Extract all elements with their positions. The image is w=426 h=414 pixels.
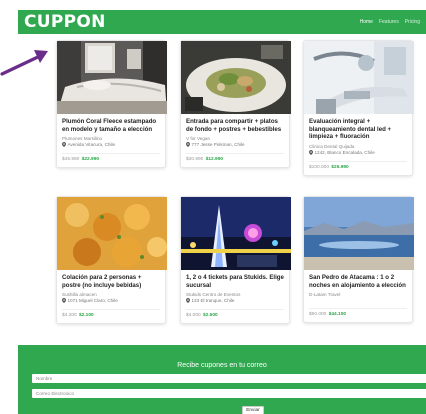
deal-location-text: Avenida Vitacura, Chile <box>67 142 116 148</box>
deal-new-price: $12.990 <box>205 157 224 163</box>
deal-title[interactable]: Entrada para compartir + platos de fondo… <box>186 118 284 133</box>
deal-card[interactable]: Plumón Coral Fleece estampado en modelo … <box>56 40 167 169</box>
nav-pricing[interactable]: Pricing <box>405 19 420 25</box>
brand-logo[interactable]: CUPPON <box>24 12 106 32</box>
deal-image[interactable] <box>304 197 414 270</box>
deal-old-price: $100.000 <box>309 164 330 170</box>
location-pin-icon <box>309 149 313 155</box>
deal-merchant: Sushilla almacen <box>62 292 97 298</box>
deal-image[interactable] <box>57 41 167 114</box>
deal-new-price: $44.100 <box>328 312 347 318</box>
nav-features[interactable]: Features <box>379 19 399 25</box>
deal-new-price: $2.100 <box>79 313 94 319</box>
deal-merchant: Stukids Centro de Eventos <box>186 292 241 298</box>
deal-title[interactable]: Evaluación integral + blanqueamiento den… <box>309 118 407 141</box>
deal-card[interactable]: 1, 2 o 4 tickets para Stukids. Elige suc… <box>180 196 291 325</box>
deal-card[interactable]: Colación para 2 personas + postre (no in… <box>56 196 167 325</box>
newsletter-section: Recibe cupones en tu correo Enviar <box>18 345 426 414</box>
deal-location: 133 El tranque, Chile <box>186 298 284 304</box>
deal-price: $90.000 $44.100 <box>309 309 407 322</box>
deal-title[interactable]: Colación para 2 personas + postre (no in… <box>62 274 160 289</box>
deal-card[interactable]: Evaluación integral + blanqueamiento den… <box>303 40 414 176</box>
deal-image[interactable] <box>181 197 291 270</box>
newsletter-title: Recibe cupones en tu correo <box>177 362 267 369</box>
location-pin-icon <box>186 142 190 148</box>
name-input[interactable] <box>32 374 426 383</box>
email-input[interactable] <box>32 389 426 398</box>
deal-price: $100.000 $25.990 <box>309 162 407 175</box>
deal-location-text: 1071 Miguel Claro, Chile <box>67 298 118 304</box>
deal-old-price: $4.000 <box>186 313 201 319</box>
location-pin-icon <box>62 298 66 304</box>
deal-old-price: $45.990 <box>62 157 80 163</box>
deal-merchant: Clinica Dental Quijada <box>309 143 355 149</box>
location-pin-icon <box>186 298 190 304</box>
deal-location-text: 133 El tranque, Chile <box>191 298 235 304</box>
deal-old-price: $4.200 <box>62 313 77 319</box>
deal-merchant: D-Latam Travel <box>309 292 341 298</box>
deal-price: $45.990 $22.990 <box>62 154 160 167</box>
deal-location-text: 777 Jesse Pinkman, Chile <box>191 142 245 148</box>
deal-card[interactable]: San Pedro de Atacama : 1 o 2 noches en a… <box>303 196 414 324</box>
deal-title[interactable]: 1, 2 o 4 tickets para Stukids. Elige suc… <box>186 274 284 289</box>
deal-price: $30.990 $12.990 <box>186 154 284 167</box>
deal-new-price: $25.990 <box>331 164 349 170</box>
nav-links: Home Features Pricing <box>360 19 420 25</box>
deal-price: $4.200 $2.100 <box>62 310 160 323</box>
deal-location: 1071 Miguel Claro, Chile <box>62 298 160 304</box>
deal-location: 777 Jesse Pinkman, Chile <box>186 142 284 148</box>
annotation-arrow-icon <box>0 50 48 76</box>
deal-old-price: $90.000 <box>309 312 327 318</box>
navbar: CUPPON Home Features Pricing <box>18 10 426 34</box>
deal-new-price: $22.990 <box>81 157 100 163</box>
deal-title[interactable]: Plumón Coral Fleece estampado en modelo … <box>62 118 160 133</box>
location-pin-icon <box>62 142 66 148</box>
deal-title[interactable]: San Pedro de Atacama : 1 o 2 noches en a… <box>309 274 407 289</box>
deal-location: Avenida Vitacura, Chile <box>62 142 160 148</box>
deal-price: $4.000 $2.500 <box>186 310 284 323</box>
deal-location: 1242, Blanco Encalada, Chile <box>309 149 407 155</box>
deal-old-price: $30.990 <box>186 157 204 163</box>
nav-home[interactable]: Home <box>360 19 373 25</box>
deal-image[interactable] <box>57 197 167 270</box>
deal-card[interactable]: Entrada para compartir + platos de fondo… <box>180 40 291 169</box>
deal-location-text: 1242, Blanco Encalada, Chile <box>314 149 375 155</box>
deal-image[interactable] <box>304 41 414 114</box>
deal-merchant: Plumones Marsilino <box>62 136 103 142</box>
deal-image[interactable] <box>181 41 291 114</box>
deal-new-price: $2.500 <box>203 313 218 319</box>
deal-merchant: V for Vegan <box>186 136 211 142</box>
submit-button[interactable]: Enviar <box>242 406 264 414</box>
